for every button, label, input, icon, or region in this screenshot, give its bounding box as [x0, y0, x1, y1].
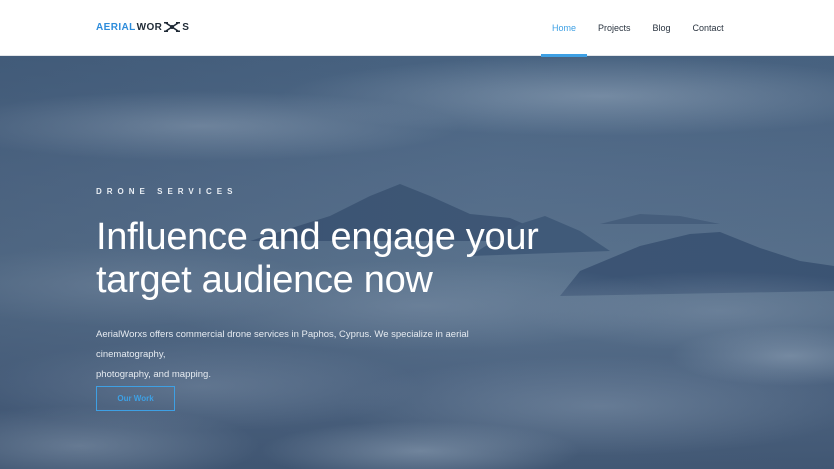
hero-headline: Influence and engage your target audienc…: [96, 216, 616, 302]
nav-item-blog[interactable]: Blog: [642, 0, 682, 56]
main-nav: Home Projects Blog Contact: [541, 0, 735, 57]
logo-text-s: S: [182, 21, 190, 33]
our-work-button[interactable]: Our Work: [96, 386, 175, 411]
site-header: AERIAL WOR S Home Projects Blog Contact: [0, 0, 834, 57]
nav-item-projects[interactable]: Projects: [587, 0, 642, 56]
hero-headline-line1: Influence and engage your: [96, 216, 539, 258]
nav-item-contact[interactable]: Contact: [682, 0, 735, 56]
hero-description-line2: photography, and mapping.: [96, 369, 211, 380]
logo-text-wor: WOR: [136, 21, 163, 33]
hero-description: AerialWorxs offers commercial drone serv…: [96, 325, 536, 385]
drone-icon: [164, 22, 181, 32]
hero-headline-line2: target audience now: [96, 259, 433, 301]
hero-section: DRONE SERVICES Influence and engage your…: [0, 56, 834, 469]
hero-description-line1: AerialWorxs offers commercial drone serv…: [96, 329, 469, 360]
logo[interactable]: AERIAL WOR S: [96, 17, 189, 37]
hero-eyebrow: DRONE SERVICES: [96, 187, 238, 196]
nav-item-home[interactable]: Home: [541, 0, 588, 57]
logo-text-aerial: AERIAL: [96, 21, 136, 33]
